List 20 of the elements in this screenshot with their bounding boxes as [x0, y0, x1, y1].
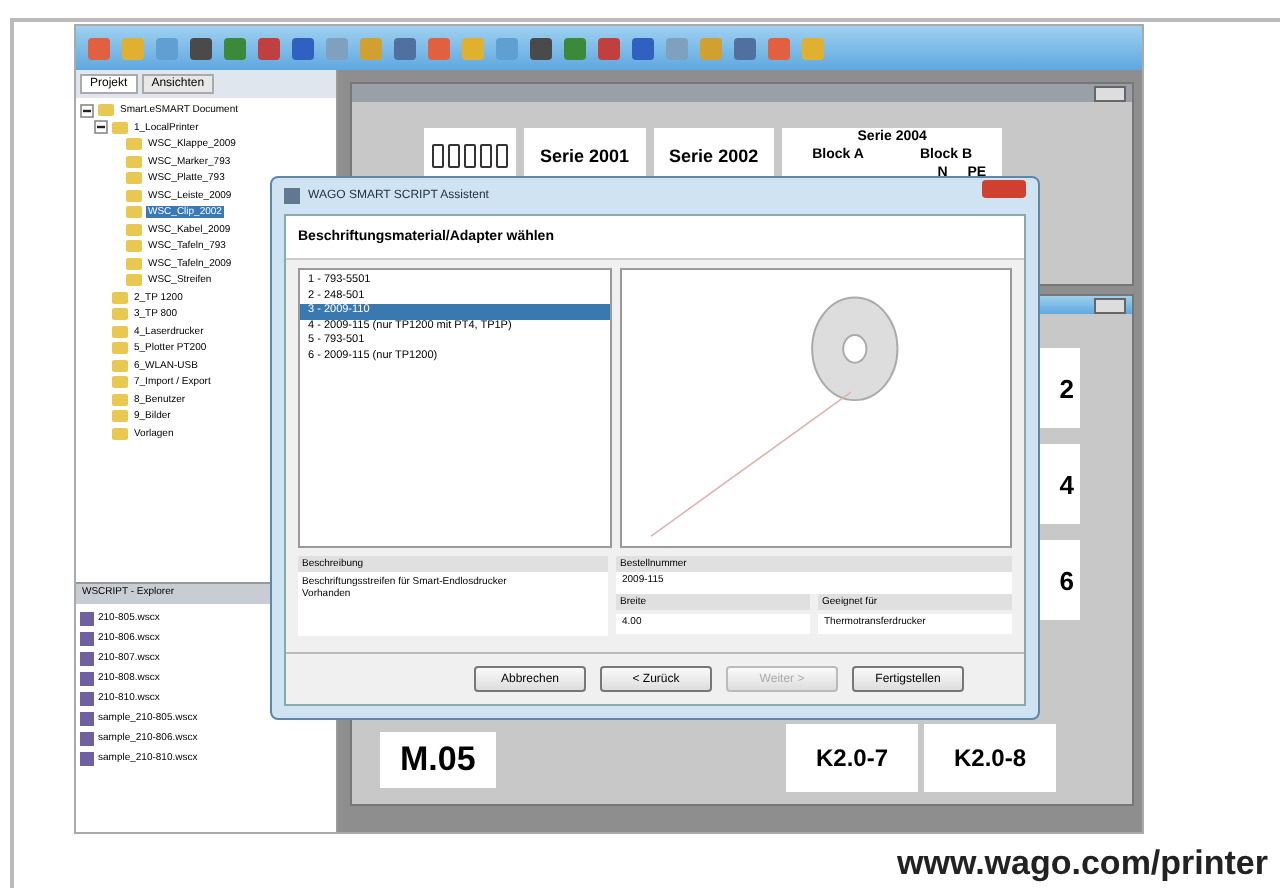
toolbar-icon[interactable]	[632, 37, 654, 59]
toolbar-icon[interactable]	[394, 37, 416, 59]
window-controls-icon[interactable]	[1094, 86, 1126, 102]
window-controls-icon[interactable]	[1094, 298, 1126, 314]
toolbar-icon[interactable]	[292, 37, 314, 59]
minus-icon[interactable]	[80, 103, 94, 118]
toolbar-icon[interactable]	[258, 37, 280, 59]
toolbar-icon[interactable]	[734, 37, 756, 59]
toolbar-icon[interactable]	[190, 37, 212, 59]
toolbar-icon[interactable]	[530, 37, 552, 59]
toolbar-icon[interactable]	[598, 37, 620, 59]
app-icon	[284, 188, 300, 204]
close-button[interactable]	[982, 179, 1026, 197]
marker-label: K2.0-7	[786, 724, 918, 792]
website-caption: www.wago.com/printer	[897, 844, 1268, 884]
marker-label: M.05	[380, 732, 496, 788]
toolbar-icon[interactable]	[224, 37, 246, 59]
toolbar-icon[interactable]	[564, 37, 586, 59]
minus-icon[interactable]	[94, 120, 108, 135]
marker-label: K2.0-8	[924, 724, 1056, 792]
